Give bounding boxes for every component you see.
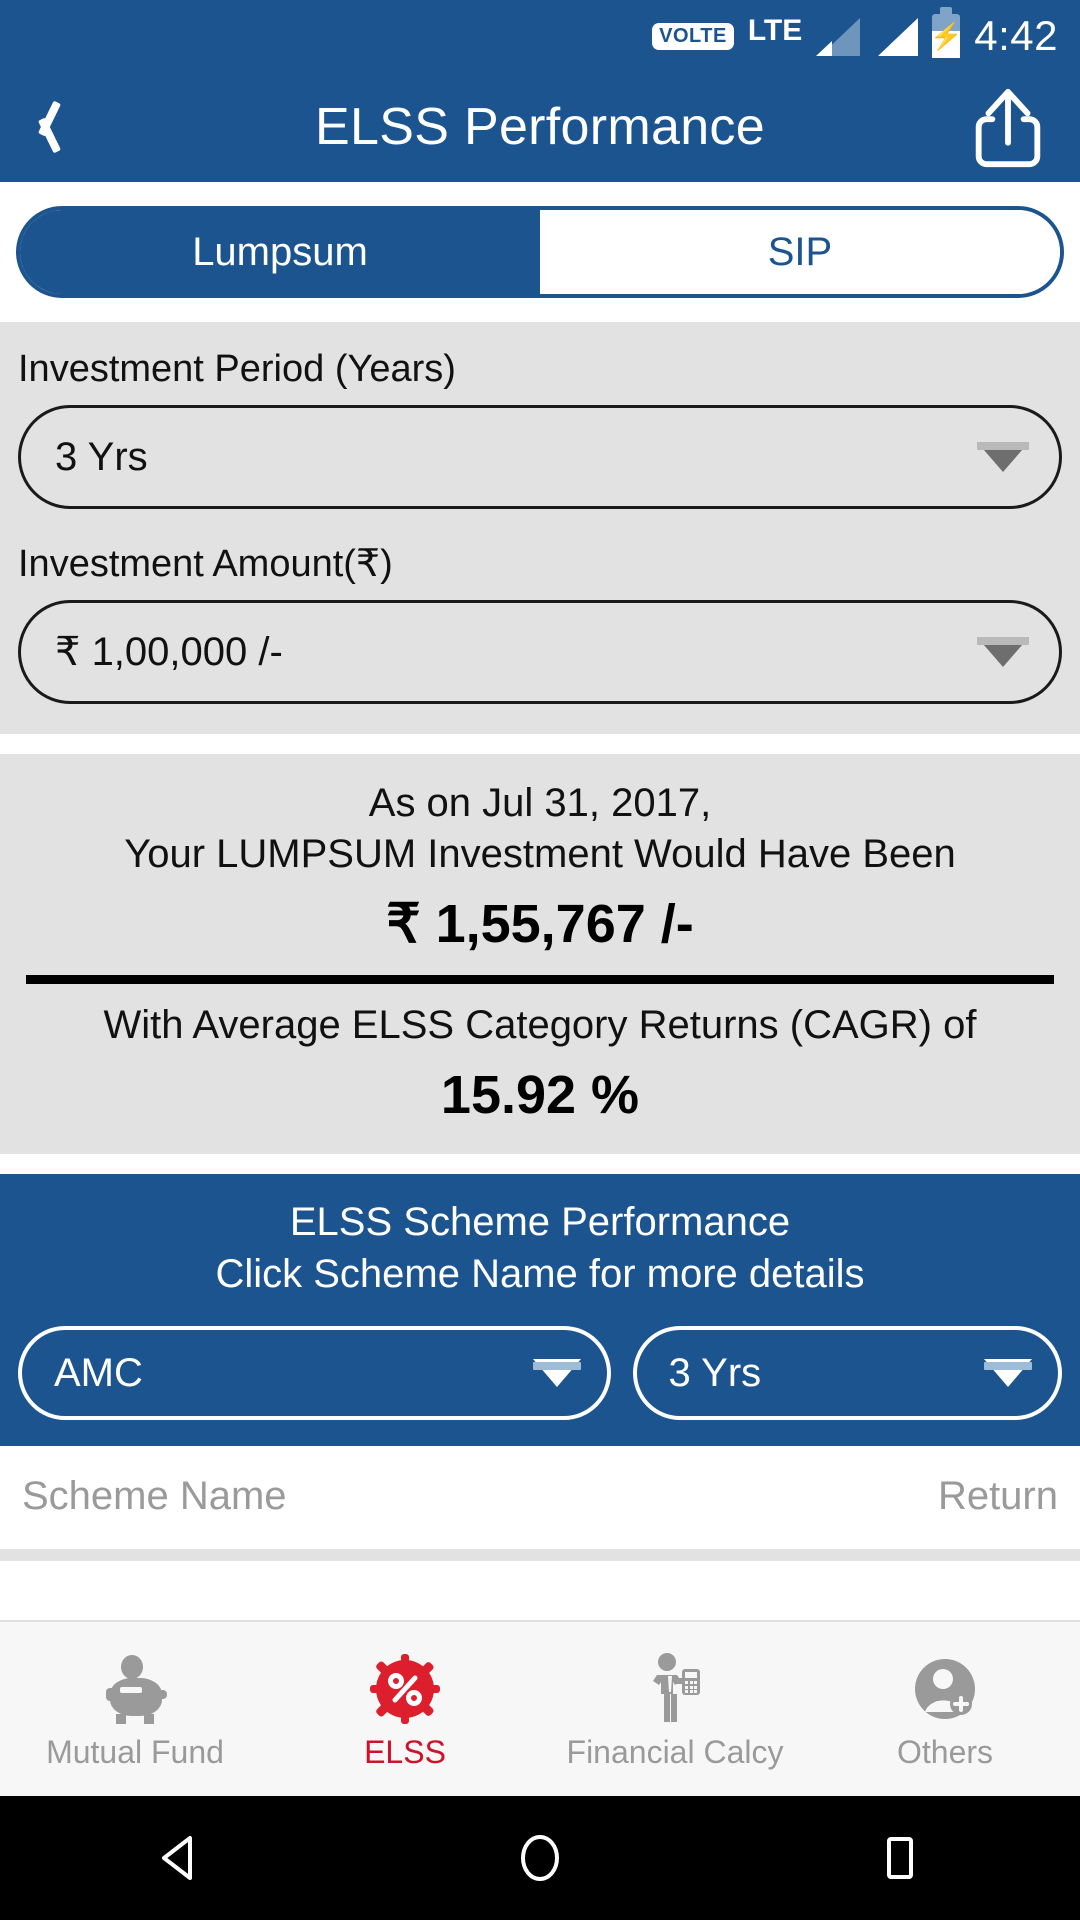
scheme-section-title: ELSS Scheme Performance [289,1200,791,1245]
back-button[interactable] [34,87,104,167]
chevron-down-icon-cap [977,637,1029,645]
tab-sip[interactable]: SIP [540,210,1060,294]
scheme-period-filter-value: 3 Yrs [668,1350,762,1395]
investment-inputs-panel: Investment Period (Years) 3 Yrs Investme… [0,322,1080,734]
result-card: As on Jul 31, 2017, Your LUMPSUM Investm… [0,754,1080,1155]
investment-period-dropdown[interactable]: 3 Yrs [18,405,1062,509]
page-title: ELSS Performance [315,98,765,156]
investment-amount-dropdown[interactable]: ₹ 1,00,000 /- [18,600,1062,704]
android-recents-button[interactable] [868,1826,932,1890]
percent-badge-icon [370,1650,440,1724]
chevron-down-icon-cap [532,1362,581,1371]
investment-amount-value: ₹ 1,00,000 /- [55,630,283,674]
chevron-down-icon-cap [984,1362,1032,1371]
result-divider [26,975,1054,985]
nav-item-financial-calcy[interactable]: Financial Calcy [540,1650,810,1768]
amc-filter-value: AMC [54,1350,143,1395]
lte-label: LTE [747,14,803,47]
mode-toggle: Lumpsum SIP [16,206,1064,298]
nav-label-elss: ELSS [364,1734,446,1770]
share-button[interactable] [970,84,1046,170]
signal-bars-dim-icon [816,16,861,56]
nav-label-financial-calcy: Financial Calcy [566,1734,784,1770]
nav-item-mutual-fund[interactable]: Mutual Fund [0,1650,270,1768]
nav-label-mutual-fund: Mutual Fund [46,1734,224,1770]
chevron-down-icon-cap [977,442,1029,450]
person-add-icon [910,1650,980,1724]
app-bar: ELSS Performance [0,72,1080,182]
tab-lumpsum[interactable]: Lumpsum [20,210,540,294]
scheme-period-filter-dropdown[interactable]: 3 Yrs [632,1326,1062,1421]
investment-period-label: Investment Period (Years) [18,348,456,390]
amc-filter-dropdown[interactable]: AMC [18,1326,611,1421]
system-navigation-bar [0,1796,1080,1920]
scheme-section-hint: Click Scheme Name for more details [215,1252,865,1297]
result-value: ₹ 1,55,767 /- [386,894,694,955]
mode-toggle-container: Lumpsum SIP [0,182,1080,322]
scheme-performance-section: ELSS Scheme Performance Click Scheme Nam… [0,1174,1080,1447]
android-home-icon [521,1835,559,1881]
nav-item-elss[interactable]: ELSS [270,1650,540,1768]
battery-charging-icon: ⚡ [930,7,962,58]
share-icon [975,88,1041,168]
app-screen: VOLTE LTE ⚡ 4:42 ELSS Performance Lumpsu… [0,0,1080,1920]
android-home-button[interactable] [508,1826,572,1890]
status-bar: VOLTE LTE ⚡ 4:42 [0,0,1080,72]
person-calculator-icon [638,1650,712,1724]
android-recents-icon [887,1837,913,1879]
cagr-value: 15.92 % [440,1065,640,1126]
investment-amount-label: Investment Amount(₹) [18,543,393,585]
nav-item-others[interactable]: Others [810,1650,1080,1768]
scheme-table-divider [0,1549,1080,1562]
volte-icon: VOLTE [652,22,734,50]
signal-bars-full-icon [874,16,919,56]
column-header-return: Return [937,1474,1058,1519]
scheme-filters: AMC 3 Yrs [18,1326,1062,1421]
android-back-button[interactable] [148,1826,212,1890]
investment-period-value: 3 Yrs [55,434,148,479]
scheme-table: Scheme Name Return [0,1446,1080,1620]
cagr-label: With Average ELSS Category Returns (CAGR… [103,1003,977,1048]
section-spacer [0,734,1080,754]
section-spacer [0,1154,1080,1175]
result-as-on-date: As on Jul 31, 2017, [368,781,712,825]
result-subtitle: Your LUMPSUM Investment Would Have Been [124,832,956,877]
nav-label-others: Others [896,1734,994,1770]
column-header-scheme-name: Scheme Name [22,1474,287,1519]
android-back-icon [162,1836,192,1880]
status-bar-clock: 4:42 [974,12,1058,59]
piggy-bank-icon [98,1650,172,1724]
scheme-table-header: Scheme Name Return [0,1446,1080,1549]
back-chevron-icon [34,97,68,157]
bottom-navigation: Mutual Fund ELSS Financial Calcy Others [0,1620,1080,1796]
